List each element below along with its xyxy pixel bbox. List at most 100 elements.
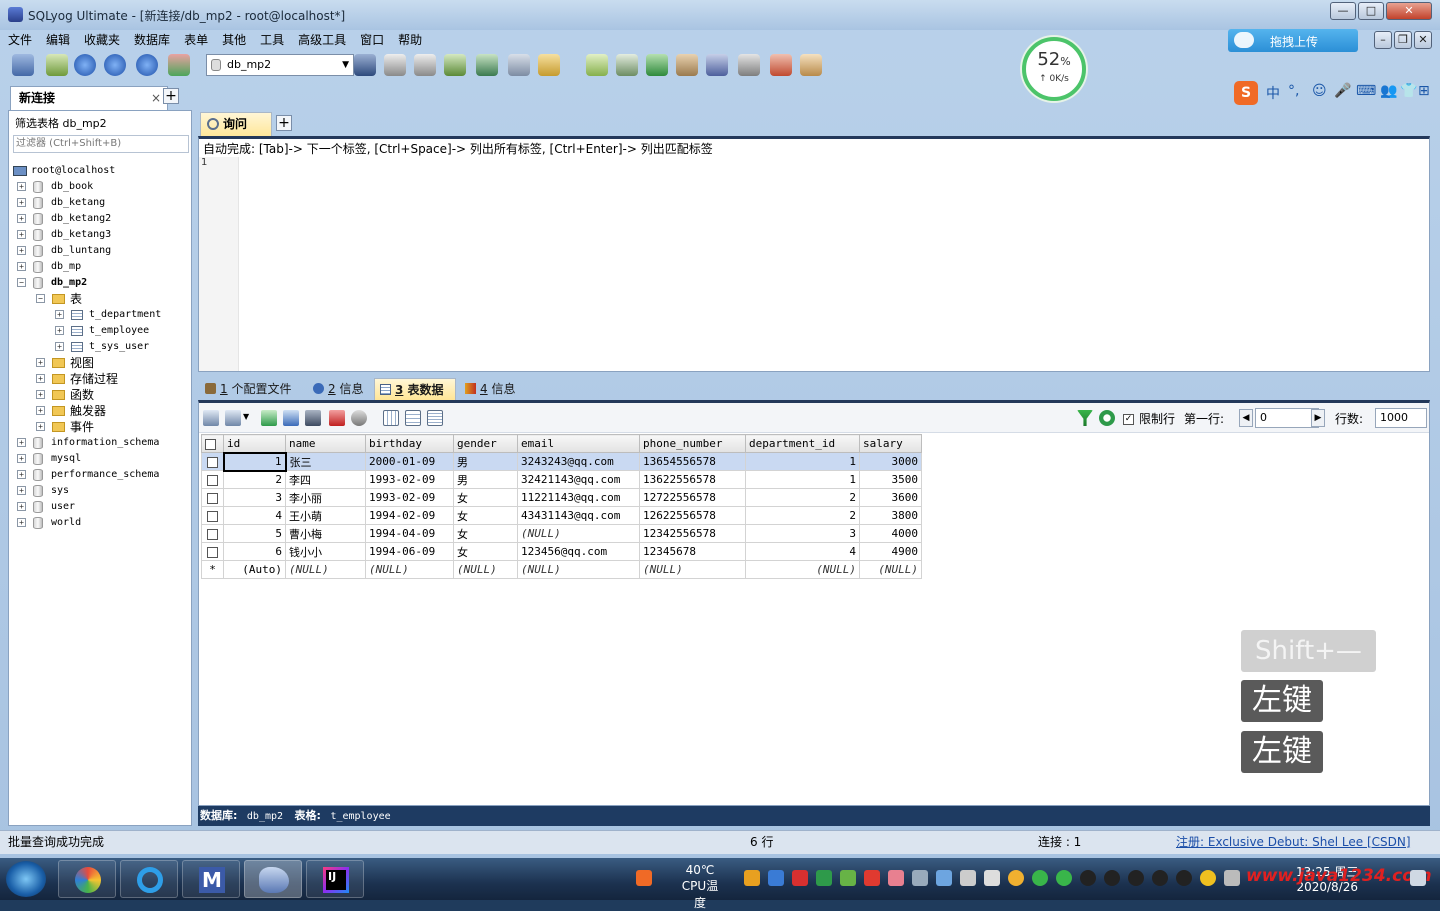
table-cell[interactable]: 1993-02-09 (365, 470, 454, 489)
maximize-button[interactable]: □ (1358, 2, 1384, 20)
execute-all-icon[interactable] (104, 54, 126, 76)
ime-voice-icon[interactable]: 🎤 (1334, 83, 1351, 99)
show-desktop-icon[interactable] (1410, 870, 1426, 886)
taskbar-app-intellij[interactable]: IJ (306, 860, 364, 898)
column-header[interactable]: salary (859, 434, 922, 453)
wechat-icon-2[interactable] (1056, 870, 1072, 886)
column-header[interactable]: birthday (365, 434, 454, 453)
text-view-icon[interactable] (427, 410, 443, 426)
add-row-icon[interactable] (261, 410, 277, 426)
expand-icon[interactable]: + (36, 358, 45, 367)
taskbar-app-typora[interactable]: M (182, 860, 240, 898)
expand-icon[interactable]: + (17, 182, 26, 191)
filter-icon[interactable] (1077, 410, 1093, 426)
tray-app-icon-10[interactable] (1200, 870, 1216, 886)
add-query-tab-button[interactable]: + (276, 115, 292, 131)
collapse-icon[interactable]: − (17, 278, 26, 287)
taskbar-app-sqlyog[interactable] (244, 860, 302, 898)
table-cell[interactable]: 12722556578 (639, 488, 746, 507)
table-cell[interactable]: 13654556578 (639, 452, 746, 471)
table-cell[interactable]: 1994-06-09 (365, 542, 454, 561)
menu-window[interactable]: 窗口 (353, 30, 391, 50)
table-cell[interactable]: 1 (745, 470, 860, 489)
import-icon[interactable] (444, 54, 466, 76)
table-cell[interactable]: 1 (222, 451, 287, 472)
table-cell[interactable]: 4 (223, 506, 286, 525)
table-cell[interactable]: 43431143@qq.com (517, 506, 640, 525)
execute-query-icon[interactable] (74, 54, 96, 76)
ime-toolbox-icon[interactable]: ⊞ (1418, 83, 1430, 99)
expand-icon[interactable]: + (17, 438, 26, 447)
wechat-icon[interactable] (1032, 870, 1048, 886)
new-row-cell[interactable]: (NULL) (365, 560, 454, 579)
menu-advanced-tools[interactable]: 高级工具 (291, 30, 353, 50)
tab-info[interactable]: 2 信息 (308, 378, 370, 400)
column-header[interactable]: phone_number (639, 434, 746, 453)
tray-app-icon-1[interactable] (744, 870, 760, 886)
column-header[interactable]: name (285, 434, 366, 453)
table-cell[interactable]: 4 (745, 542, 860, 561)
row-checkbox[interactable] (201, 470, 224, 489)
table-cell[interactable]: 32421143@qq.com (517, 470, 640, 489)
table-cell[interactable]: 女 (453, 542, 518, 561)
table-cell[interactable]: 2 (223, 470, 286, 489)
job-icon[interactable] (676, 54, 698, 76)
stop-icon[interactable] (168, 54, 190, 76)
database-select[interactable]: db_mp2 ▼ (206, 54, 354, 76)
table-cell[interactable]: 123456@qq.com (517, 542, 640, 561)
tab-profile[interactable]: 1 个配置文件 (200, 378, 304, 400)
first-row-input[interactable]: 0 (1255, 408, 1319, 428)
menu-database[interactable]: 数据库 (127, 30, 177, 50)
expand-icon[interactable]: + (17, 454, 26, 463)
table-row[interactable]: 6 钱小小 1994-06-09 女 123456@qq.com 12345678 4 490… (201, 542, 922, 561)
import-grid-icon[interactable] (203, 410, 219, 426)
table-cell[interactable]: 1994-04-09 (365, 524, 454, 543)
expand-icon[interactable]: + (17, 502, 26, 511)
data-grid[interactable]: id name birthday gender email phone_number dep… (201, 434, 922, 579)
taskbar-app-pinwheel[interactable] (58, 860, 116, 898)
sogou-tray-icon[interactable] (636, 870, 652, 886)
restore-icon[interactable] (414, 54, 436, 76)
shield-icon[interactable] (816, 870, 832, 886)
designer-icon[interactable] (538, 54, 560, 76)
table-cell[interactable]: 女 (453, 488, 518, 507)
expand-icon[interactable]: + (36, 374, 45, 383)
prev-page-button[interactable]: ◀ (1239, 409, 1253, 427)
qq-icon[interactable] (1080, 870, 1096, 886)
table-cell[interactable]: 3 (223, 488, 286, 507)
tab-info-2[interactable]: 4 信息 (460, 378, 522, 400)
backup-icon[interactable] (384, 54, 406, 76)
form-view-icon[interactable] (405, 410, 421, 426)
copy-db-icon[interactable] (586, 54, 608, 76)
limit-rows-checkbox[interactable]: ✓ (1123, 412, 1134, 426)
table-cell[interactable]: 1994-02-09 (365, 506, 454, 525)
table-cell[interactable]: 男 (453, 470, 518, 489)
nvidia-icon[interactable] (840, 870, 856, 886)
close-tab-icon[interactable]: × (151, 87, 161, 109)
menu-help[interactable]: 帮助 (391, 30, 429, 50)
table-cell[interactable]: 12342556578 (639, 524, 746, 543)
network-speed-gauge[interactable]: 52% ↑ 0K/s (1022, 37, 1086, 101)
sogou-logo-icon[interactable]: S (1234, 81, 1258, 105)
cancel-icon[interactable] (351, 410, 367, 426)
sync-icon[interactable] (616, 54, 638, 76)
next-page-button[interactable]: ▶ (1311, 409, 1325, 427)
row-checkbox[interactable] (201, 524, 224, 543)
expand-icon[interactable]: + (17, 518, 26, 527)
table-cell[interactable]: 12345678 (639, 542, 746, 561)
ime-punctuation-toggle[interactable]: °, (1288, 83, 1299, 99)
add-connection-tab-button[interactable]: + (163, 88, 179, 104)
new-row-cell[interactable]: (Auto) (223, 560, 286, 579)
table-cell[interactable]: 4000 (859, 524, 922, 543)
table-cell[interactable]: 3243243@qq.com (517, 452, 640, 471)
table-cell[interactable]: (NULL) (517, 524, 640, 543)
minimize-button[interactable]: — (1330, 2, 1356, 20)
table-cell[interactable]: 张三 (285, 452, 366, 471)
connection-tab[interactable]: 新连接 × (10, 86, 168, 110)
table-cell[interactable]: 男 (453, 452, 518, 471)
row-checkbox[interactable] (201, 488, 224, 507)
row-checkbox[interactable] (201, 542, 224, 561)
start-button-icon[interactable] (6, 861, 46, 897)
table-cell[interactable]: 女 (453, 524, 518, 543)
table-cell[interactable]: 4900 (859, 542, 922, 561)
